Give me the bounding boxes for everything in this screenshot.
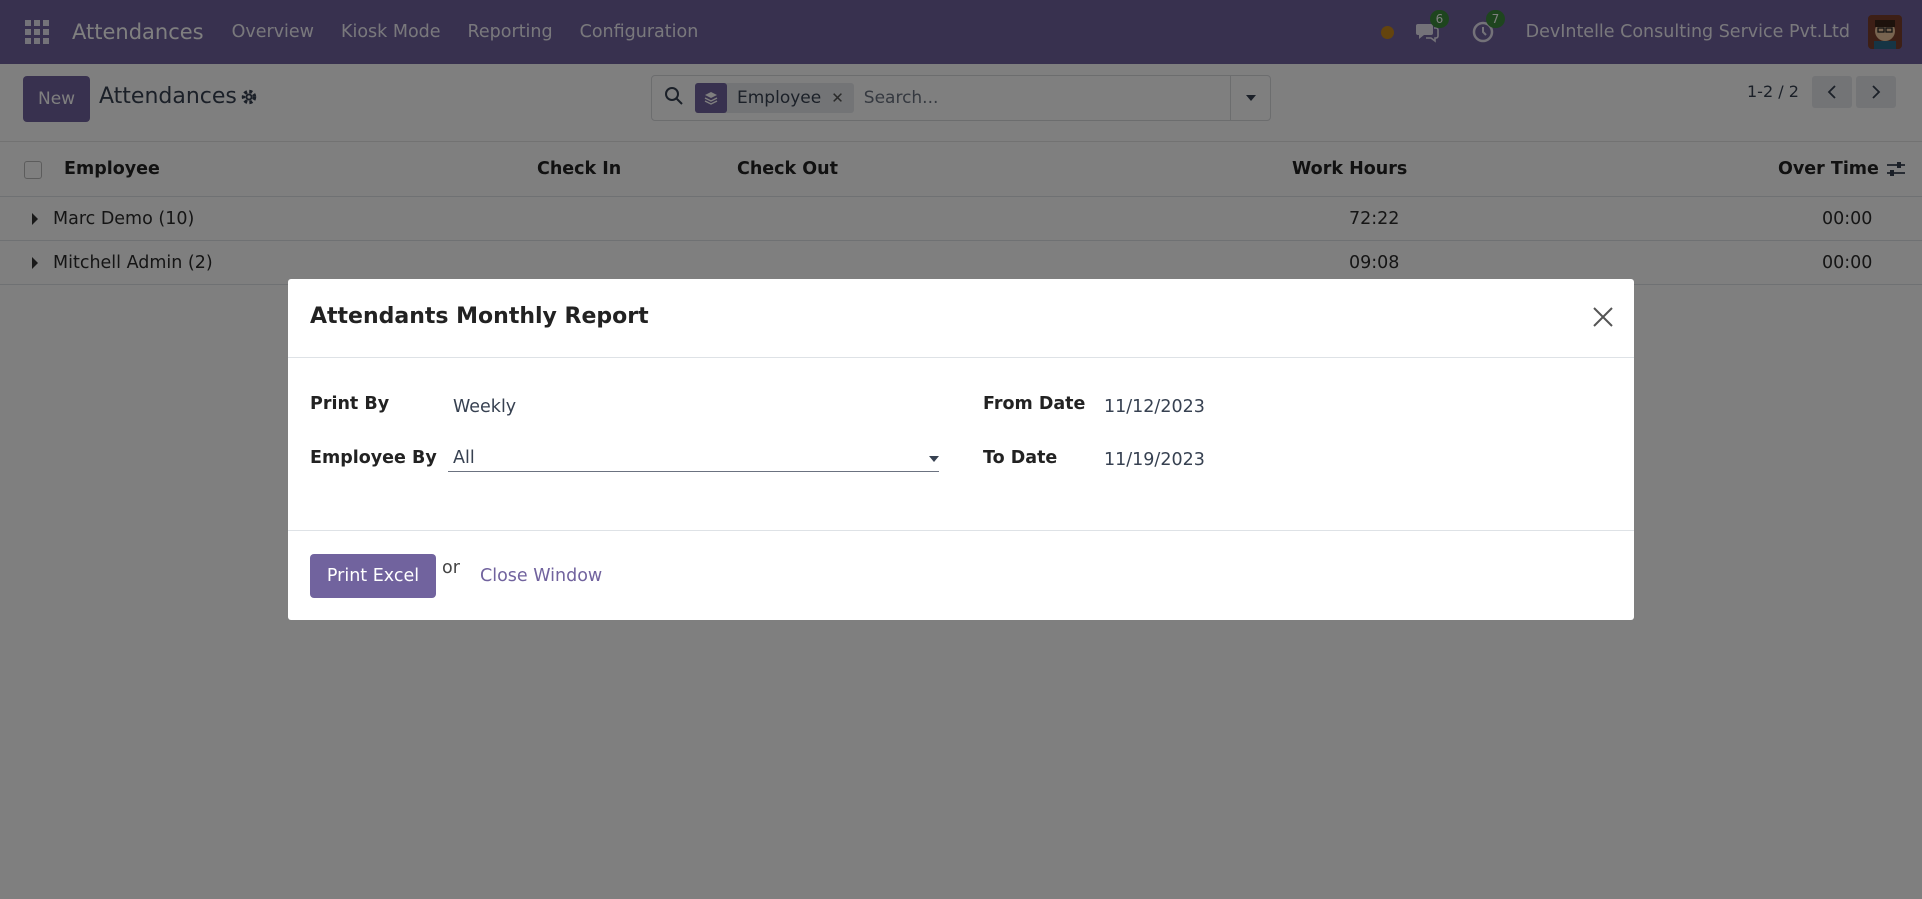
dialog-header: Attendants Monthly Report <box>288 279 1634 358</box>
from-date-label: From Date <box>983 394 1086 414</box>
to-date-label: To Date <box>983 448 1058 468</box>
print-excel-button[interactable]: Print Excel <box>310 554 436 598</box>
print-by-label: Print By <box>310 394 390 414</box>
chevron-down-icon <box>929 456 939 462</box>
employee-by-label: Employee By <box>310 448 437 468</box>
close-icon[interactable] <box>1592 306 1614 333</box>
dialog-body: Print By Weekly Employee By All From Dat… <box>288 358 1634 531</box>
print-by-field[interactable]: Weekly <box>453 397 516 417</box>
employee-by-select[interactable]: All <box>448 444 939 472</box>
from-date-field[interactable]: 11/12/2023 <box>1104 397 1205 417</box>
dialog-title: Attendants Monthly Report <box>310 304 649 329</box>
dialog-footer: Print Excel or Close Window <box>288 531 1634 619</box>
or-text: or <box>442 558 460 578</box>
report-dialog: Attendants Monthly Report Print By Weekl… <box>288 279 1634 620</box>
employee-by-value: All <box>453 448 475 468</box>
to-date-field[interactable]: 11/19/2023 <box>1104 450 1205 470</box>
close-window-link[interactable]: Close Window <box>480 566 602 586</box>
